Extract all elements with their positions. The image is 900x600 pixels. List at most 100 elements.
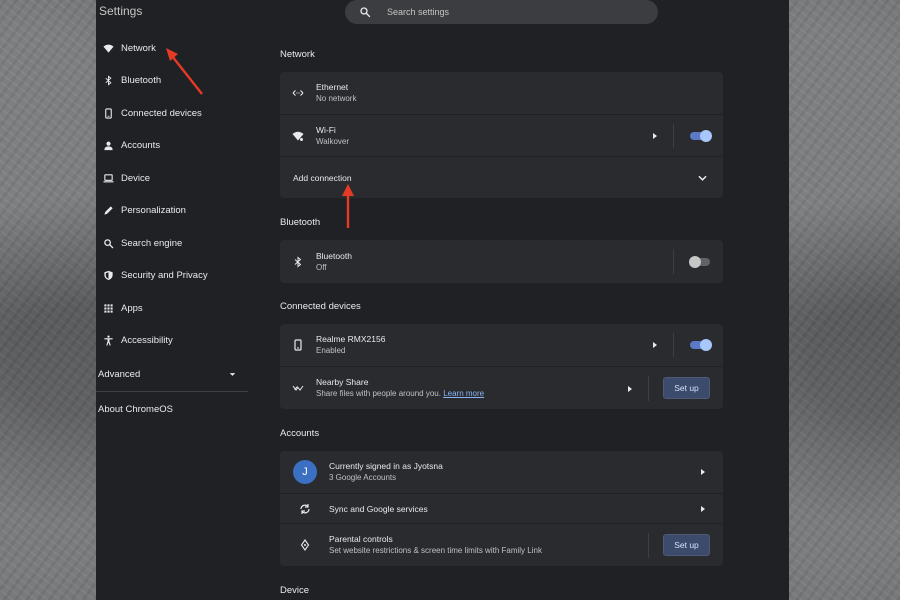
learn-more-link[interactable]: Learn more [443,389,484,398]
bluetooth-card: Bluetooth Off [280,240,723,283]
signed-in-label: Currently signed in as Jyotsna [329,461,443,471]
sidebar-item-label: Connected devices [121,107,202,119]
bluetooth-toggle[interactable] [689,256,710,268]
apps-grid-icon [103,304,113,313]
sync-label: Sync and Google services [329,503,428,514]
ethernet-status: No network [316,94,357,103]
phone-status: Enabled [316,346,346,355]
sidebar-item-device[interactable]: Device [96,162,248,195]
search-icon [103,238,113,249]
phone-icon [294,339,302,351]
sidebar-item-label: Personalization [121,205,186,217]
sidebar-item-label: Network [121,42,156,54]
accessibility-icon [103,335,113,346]
annotation-arrow-icon [166,48,203,95]
nearby-share-setup-button[interactable]: Set up [663,377,710,399]
ethernet-arrows-icon [292,90,304,96]
row-divider [673,333,674,357]
parental-controls-row[interactable]: Parental controls Set website restrictio… [280,523,723,566]
toggle-knob [700,339,712,351]
bluetooth-icon [104,75,111,86]
row-divider [673,124,674,148]
wifi-network-name: Walkover [316,136,350,146]
nearby-share-row[interactable]: Nearby Share Share files with people aro… [280,366,723,409]
sidebar-about-label: About ChromeOS [98,403,173,415]
toggle-knob [689,256,701,268]
phone-icon [104,108,112,119]
sidebar-item-security-privacy[interactable]: Security and Privacy [96,260,248,293]
sidebar-item-connected-devices[interactable]: Connected devices [96,97,248,130]
sidebar-item-accounts[interactable]: Accounts [96,130,248,163]
shield-icon [103,271,113,281]
wifi-toggle[interactable] [690,130,712,142]
avatar: J [293,460,317,484]
section-title-device: Device [280,585,310,596]
ethernet-label: Ethernet [316,82,349,92]
background-texture-right [789,0,900,600]
search-icon [360,7,371,18]
sync-row[interactable]: Sync and Google services [280,493,723,523]
sync-icon [300,503,310,514]
signed-in-row[interactable]: J Currently signed in as Jyotsna 3 Googl… [280,451,723,493]
nearby-share-icon [292,385,304,391]
background-texture-left [0,0,96,600]
sidebar-item-label: Accessibility [121,335,173,347]
connected-devices-card: Realme RMX2156 Enabled Nearby Share Shar… [280,324,723,409]
sidebar-item-about[interactable]: About ChromeOS [96,392,248,426]
ethernet-row[interactable]: Ethernet No network [280,72,723,114]
sidebar-item-search-engine[interactable]: Search engine [96,227,248,260]
section-title-bluetooth: Bluetooth [280,217,321,228]
wifi-row[interactable]: Wi-Fi Walkover [280,114,723,156]
sidebar-item-label: Search engine [121,237,183,249]
chevron-right-icon[interactable] [700,505,706,513]
row-divider [648,533,649,558]
chevron-down-icon[interactable] [698,174,707,182]
row-divider [648,376,649,401]
nearby-share-description: Share files with people around you. Lear… [316,388,484,400]
sidebar-item-apps[interactable]: Apps [96,292,248,325]
pen-icon [103,206,113,215]
parental-controls-setup-button[interactable]: Set up [663,534,710,556]
chevron-right-icon[interactable] [652,132,658,140]
laptop-icon [102,174,114,183]
parental-controls-description: Set website restrictions & screen time l… [329,546,542,555]
sidebar-advanced-label: Advanced [98,368,141,380]
bluetooth-row[interactable]: Bluetooth Off [280,240,723,283]
section-title-network: Network [280,49,315,60]
wifi-label: Wi-Fi [316,124,336,135]
dropdown-arrow-icon [229,372,236,376]
section-title-connected-devices: Connected devices [280,301,361,312]
chevron-right-icon[interactable] [652,341,658,349]
sidebar-item-accessibility[interactable]: Accessibility [96,325,248,358]
sidebar-item-label: Device [121,172,151,184]
annotation-arrow-icon [342,184,354,228]
network-card: Ethernet No network Wi-Fi Walkover Add c… [280,72,723,198]
chevron-right-icon[interactable] [700,468,706,476]
accounts-card: J Currently signed in as Jyotsna 3 Googl… [280,451,723,566]
phone-name: Realme RMX2156 [316,334,386,344]
nearby-share-desc-text: Share files with people around you. [316,389,441,398]
row-divider [673,249,674,274]
wifi-icon [102,44,114,53]
sidebar-item-label: Apps [121,302,143,314]
sidebar-item-label: Accounts [121,140,161,152]
parental-controls-label: Parental controls [329,534,393,544]
sidebar-item-personalization[interactable]: Personalization [96,195,248,228]
nearby-share-label: Nearby Share [316,377,369,387]
bluetooth-label: Bluetooth [316,250,352,261]
search-input[interactable] [385,6,629,18]
wifi-icon [292,131,304,141]
settings-window: Settings Network Bluetooth Connected dev… [96,0,789,600]
toggle-knob [700,130,712,142]
chevron-right-icon[interactable] [627,385,633,393]
bluetooth-status: Off [316,262,327,272]
parental-controls-icon [300,539,310,551]
phone-hub-toggle[interactable] [690,339,712,351]
search-bar[interactable] [345,0,658,24]
phone-row[interactable]: Realme RMX2156 Enabled [280,324,723,366]
bluetooth-icon [294,255,302,268]
sidebar-advanced-toggle[interactable]: Advanced [96,357,248,391]
sidebar-item-label: Security and Privacy [121,270,208,282]
app-title: Settings [99,4,143,18]
section-title-accounts: Accounts [280,428,320,439]
